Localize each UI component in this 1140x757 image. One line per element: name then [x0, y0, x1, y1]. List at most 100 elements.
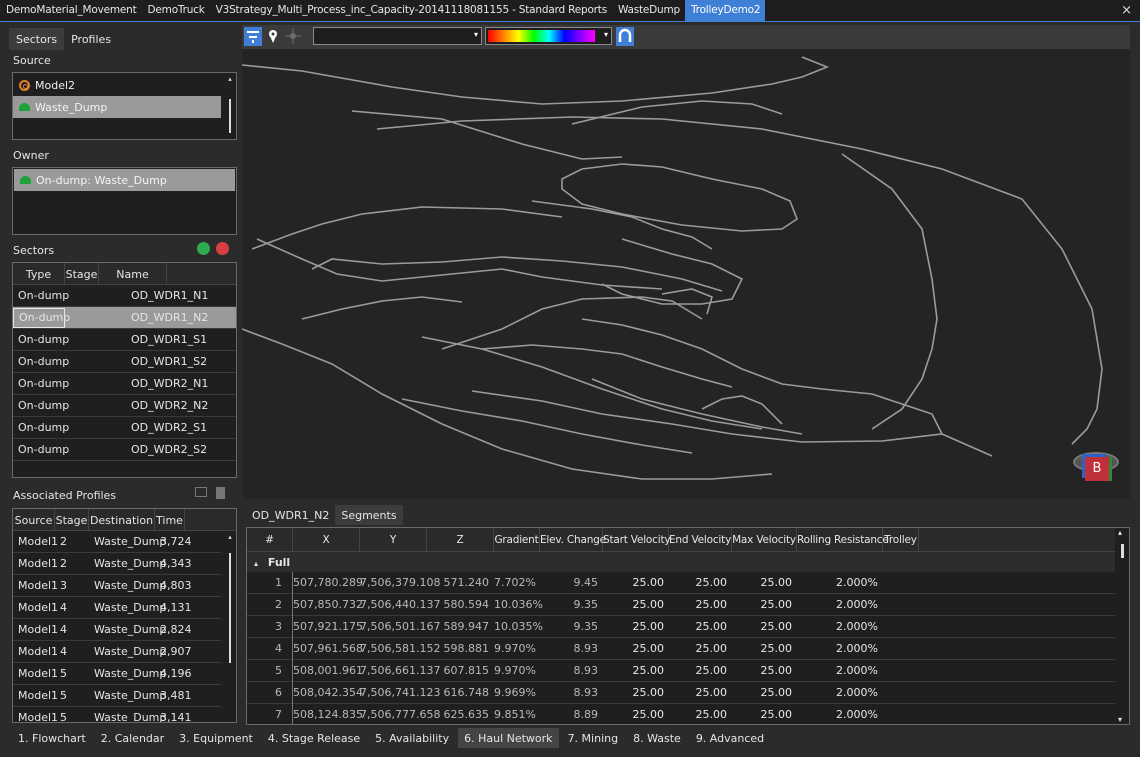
- source-list: Model2 Waste_Dump ▴: [12, 72, 237, 140]
- attribute-dropdown[interactable]: ▾: [313, 27, 482, 45]
- nav-cube-icon[interactable]: B: [1085, 457, 1109, 481]
- tab-advanced[interactable]: 9. Advanced: [690, 728, 770, 748]
- move-icon[interactable]: [284, 27, 302, 46]
- segment-start-v: 25.00: [632, 620, 665, 633]
- segment-y: 7,506,741.123: [360, 686, 441, 699]
- doc-tab-v3strategy[interactable]: V3Strategy_Multi_Process_inc_Capacity-20…: [210, 0, 612, 21]
- table-row[interactable]: On-dump OD_WDR2_N2: [13, 395, 236, 417]
- table-row[interactable]: 3 507,921.175 7,506,501.167 589.947 10.035% 9…: [247, 615, 1115, 638]
- table-row[interactable]: 5 508,001.961 7,506,661.137 607.815 9.970% 8.…: [247, 659, 1115, 682]
- tab-segments[interactable]: Segments: [335, 505, 403, 525]
- profile-source: Model1: [18, 689, 59, 702]
- group-toggle-icon[interactable]: ▴: [254, 559, 258, 568]
- table-row[interactable]: 1 507,780.289 7,506,379.108 571.240 7.702% 9.…: [247, 571, 1115, 594]
- profile-stage: 2: [60, 535, 67, 548]
- profile-source: Model1: [18, 645, 59, 658]
- table-header: # X Y Z Gradient Elev. Change Start Velo…: [247, 528, 1115, 552]
- tab-equipment[interactable]: 3. Equipment: [173, 728, 259, 748]
- add-sector-icon[interactable]: [197, 242, 210, 255]
- doc-tab-demotruck[interactable]: DemoTruck: [142, 0, 210, 21]
- tab-haul-network[interactable]: 6. Haul Network: [458, 728, 559, 748]
- table-row[interactable]: 4 507,961.568 7,506,581.152 598.881 9.970% 8.…: [247, 637, 1115, 660]
- sector-type: On-dump: [18, 443, 70, 456]
- segment-z: 616.748: [443, 686, 490, 699]
- table-row[interactable]: Model1 3 Waste_Dump 4,803: [13, 575, 221, 597]
- sector-name: OD_WDR2_S2: [131, 443, 208, 456]
- tab-flowchart[interactable]: 1. Flowchart: [12, 728, 92, 748]
- profile-destination: Waste_Dump: [94, 557, 167, 570]
- tab-calendar[interactable]: 2. Calendar: [95, 728, 170, 748]
- profile-stage: 5: [60, 711, 67, 723]
- table-row[interactable]: On-dump OD_WDR1_N1: [13, 285, 236, 307]
- segment-n: 5: [247, 659, 293, 682]
- table-row[interactable]: 7 508,124.835 7,506,777.658 625.635 9.851% 8.…: [247, 703, 1115, 724]
- table-row[interactable]: Model1 4 Waste_Dump 2,824: [13, 619, 221, 641]
- sector-type: On-dump: [18, 421, 70, 434]
- tab-stage-release[interactable]: 4. Stage Release: [262, 728, 366, 748]
- table-row[interactable]: On-dump OD_WDR1_S2: [13, 351, 236, 373]
- scroll-up-icon[interactable]: ▴: [1118, 528, 1122, 537]
- table-row[interactable]: On-dump OD_WDR2_N1: [13, 373, 236, 395]
- profile-destination: Waste_Dump: [94, 535, 167, 548]
- table-row[interactable]: On-dump OD_WDR2_S2: [13, 439, 236, 461]
- segment-elev: 9.35: [573, 620, 599, 633]
- list-item[interactable]: Waste_Dump: [13, 96, 221, 118]
- segment-y: 7,506,661.137: [360, 664, 441, 677]
- profile-time: 3,724: [160, 535, 192, 548]
- swap-icon[interactable]: [195, 487, 207, 497]
- table-row[interactable]: Model1 5 Waste_Dump 4,196: [13, 663, 221, 685]
- pin-icon[interactable]: [264, 27, 282, 46]
- list-item[interactable]: Model2: [13, 74, 236, 96]
- table-row[interactable]: Model1 5 Waste_Dump 3,481: [13, 685, 221, 707]
- profile-time: 4,803: [160, 579, 192, 592]
- sectors-label: Sectors: [13, 244, 55, 257]
- sector-name: OD_WDR2_N1: [131, 377, 209, 390]
- tab-od-wdr1-n2[interactable]: OD_WDR1_N2: [246, 505, 335, 525]
- tab-waste[interactable]: 8. Waste: [627, 728, 687, 748]
- table-row[interactable]: Model1 4 Waste_Dump 4,131: [13, 597, 221, 619]
- viewer-toolbar: ▾ ▾: [242, 25, 1130, 49]
- segment-start-v: 25.00: [632, 576, 665, 589]
- profile-destination: Waste_Dump: [94, 601, 167, 614]
- scroll-down-icon[interactable]: ▾: [1118, 715, 1122, 724]
- left-subtabs: Sectors Profiles: [9, 28, 239, 50]
- sector-type: On-dump: [18, 333, 70, 346]
- close-icon[interactable]: ×: [1121, 3, 1132, 18]
- profile-source: Model1: [18, 557, 59, 570]
- haul-network-viewport[interactable]: B: [241, 49, 1130, 499]
- table-row[interactable]: On-dump OD_WDR2_S1: [13, 417, 236, 439]
- segment-y: 7,506,501.167: [360, 620, 441, 633]
- table-row[interactable]: On-dump OD_WDR1_S1: [13, 329, 236, 351]
- model-icon: [19, 79, 30, 91]
- scrollbar[interactable]: ▴: [227, 533, 233, 720]
- doc-tab-demomaterial[interactable]: DemoMaterial_Movement: [0, 0, 142, 21]
- scrollbar[interactable]: ▴: [227, 75, 233, 137]
- table-row[interactable]: On-dump OD_WDR1_N2: [13, 307, 236, 329]
- doc-tab-wastedump[interactable]: WasteDump: [612, 0, 685, 21]
- remove-sector-icon[interactable]: [216, 242, 229, 255]
- tab-availability[interactable]: 5. Availability: [369, 728, 455, 748]
- table-row[interactable]: Model1 5 Waste_Dump 3,141: [13, 707, 221, 723]
- table-row[interactable]: 6 508,042.354 7,506,741.123 616.748 9.969% 8.…: [247, 681, 1115, 704]
- table-row[interactable]: Model1 2 Waste_Dump 3,724: [13, 531, 221, 553]
- tab-sectors[interactable]: Sectors: [9, 28, 65, 50]
- color-ramp-dropdown[interactable]: ▾: [485, 27, 612, 45]
- segment-gradient: 9.970%: [494, 664, 536, 677]
- doc-tab-trolleydemo2[interactable]: TrolleyDemo2: [685, 0, 766, 21]
- segment-z: 607.815: [443, 664, 490, 677]
- table-row[interactable]: Model1 2 Waste_Dump 4,343: [13, 553, 221, 575]
- filter-icon[interactable]: [244, 27, 262, 46]
- table-row[interactable]: 2 507,850.732 7,506,440.137 580.594 10.036% 9…: [247, 593, 1115, 616]
- delete-icon[interactable]: [216, 487, 225, 499]
- tab-profiles[interactable]: Profiles: [64, 28, 118, 50]
- list-item[interactable]: On-dump: Waste_Dump: [14, 169, 235, 191]
- segment-y: 7,506,777.658: [360, 708, 441, 721]
- tab-mining[interactable]: 7. Mining: [562, 728, 625, 748]
- profile-source: Model1: [18, 623, 59, 636]
- segment-rr: 2.000%: [836, 708, 878, 721]
- magnet-icon[interactable]: [616, 27, 634, 46]
- scrollbar[interactable]: ▴ ▾: [1117, 528, 1127, 724]
- group-row-full[interactable]: ▴ Full: [247, 552, 1115, 572]
- segment-rr: 2.000%: [836, 642, 878, 655]
- table-row[interactable]: Model1 4 Waste_Dump 2,907: [13, 641, 221, 663]
